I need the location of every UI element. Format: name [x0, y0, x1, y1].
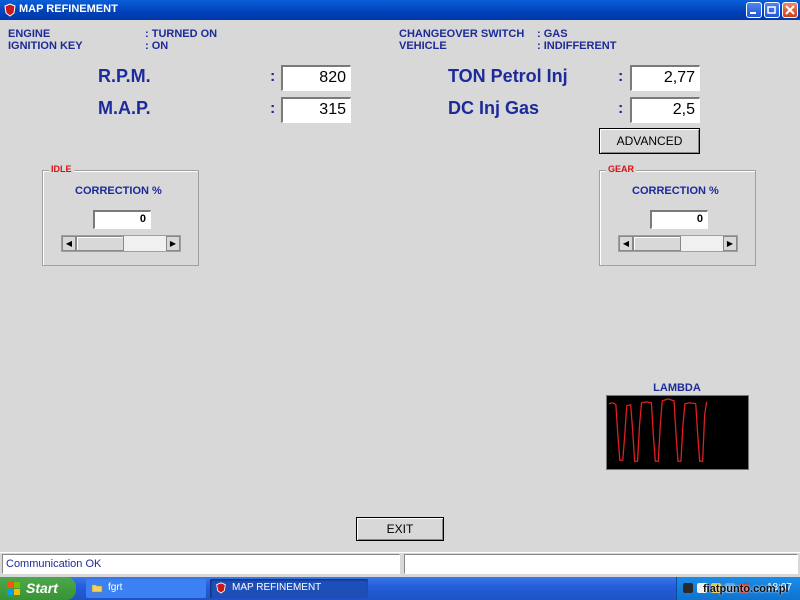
title-bar: MAP REFINEMENT	[0, 0, 800, 20]
lambda-trace	[608, 398, 708, 462]
idle-group: IDLE CORRECTION % 0 ◀ ▶	[42, 164, 199, 266]
app-icon	[4, 3, 16, 17]
vehicle-value: : INDIFFERENT	[537, 40, 617, 52]
gear-correction-slider[interactable]: ◀ ▶	[618, 235, 738, 252]
rpm-value: 820	[281, 65, 351, 91]
slider-right-arrow-icon[interactable]: ▶	[166, 236, 180, 251]
changeover-value: : GAS	[537, 28, 568, 40]
ignition-label: IGNITION KEY	[8, 40, 83, 52]
close-icon	[785, 5, 795, 15]
map-colon: :	[270, 100, 276, 117]
gear-legend: GEAR	[606, 164, 637, 174]
slider-left-arrow-icon[interactable]: ◀	[619, 236, 633, 251]
start-button[interactable]: Start	[0, 577, 76, 600]
slider-right-arrow-icon[interactable]: ▶	[723, 236, 737, 251]
windows-flag-icon	[7, 582, 20, 595]
status-bar: Communication OK	[0, 552, 800, 575]
maximize-icon	[767, 6, 776, 14]
folder-icon	[91, 584, 103, 593]
exit-button[interactable]: EXIT	[356, 517, 444, 541]
minimize-button[interactable]	[746, 2, 762, 18]
rpm-label: R.P.M.	[98, 66, 151, 86]
idle-legend: IDLE	[49, 164, 74, 174]
advanced-button[interactable]: ADVANCED	[599, 128, 700, 154]
changeover-label: CHANGEOVER SWITCH	[399, 28, 525, 40]
slider-left-arrow-icon[interactable]: ◀	[62, 236, 76, 251]
dc-label: DC Inj Gas	[448, 98, 540, 118]
gear-group: GEAR CORRECTION % 0 ◀ ▶	[599, 164, 756, 266]
ton-colon: :	[618, 68, 624, 85]
idle-correction-slider[interactable]: ◀ ▶	[61, 235, 181, 252]
status-secondary	[404, 554, 798, 574]
taskbar-item-map-refinement[interactable]: MAP REFINEMENT	[210, 579, 368, 598]
lambda-graph	[606, 395, 749, 470]
map-label: M.A.P.	[98, 98, 151, 118]
tray-icon[interactable]	[683, 583, 693, 593]
maximize-button[interactable]	[764, 2, 780, 18]
window-title: MAP REFINEMENT	[19, 3, 118, 15]
ignition-value: : ON	[145, 40, 169, 52]
dc-colon: :	[618, 100, 624, 117]
slider-thumb[interactable]	[76, 236, 124, 251]
lambda-label: LAMBDA	[653, 382, 701, 394]
ton-value: 2,77	[630, 65, 700, 91]
ton-label: TON Petrol Inj	[448, 66, 568, 86]
minimize-icon	[750, 12, 756, 14]
start-label: Start	[26, 580, 58, 596]
status-message: Communication OK	[2, 554, 400, 574]
idle-correction-title: CORRECTION %	[75, 185, 162, 197]
taskbar-item-label: fgrt	[108, 582, 123, 593]
taskbar-item-label: MAP REFINEMENT	[232, 582, 322, 593]
close-button[interactable]	[782, 2, 798, 18]
idle-correction-value[interactable]: 0	[93, 210, 151, 229]
taskbar-item-fgrt[interactable]: fgrt	[86, 579, 206, 598]
watermark: fiatpunto.com.pl	[703, 583, 789, 595]
client-area: ENGINE : TURNED ON IGNITION KEY : ON CHA…	[0, 20, 800, 578]
map-value: 315	[281, 97, 351, 123]
app-icon	[216, 582, 226, 594]
dc-value: 2,5	[630, 97, 700, 123]
engine-label: ENGINE	[8, 28, 51, 40]
taskbar: Start fgrt MAP REFINEMENT 18:07	[0, 577, 800, 600]
gear-correction-value[interactable]: 0	[650, 210, 708, 229]
rpm-colon: :	[270, 68, 276, 85]
gear-correction-title: CORRECTION %	[632, 185, 719, 197]
vehicle-label: VEHICLE	[399, 40, 447, 52]
engine-value: : TURNED ON	[145, 28, 218, 40]
slider-thumb[interactable]	[633, 236, 681, 251]
